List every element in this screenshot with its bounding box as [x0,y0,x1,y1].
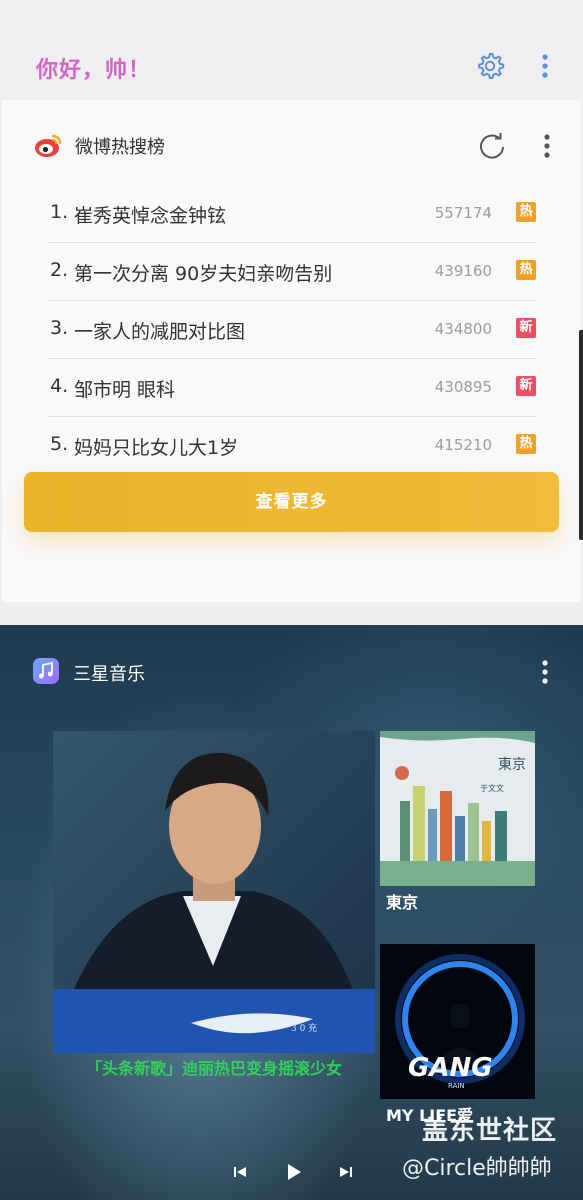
widget-title: 三星音乐 [73,664,145,685]
top-header: 你好，帅！ [0,0,583,100]
item-rank: 5. [50,433,69,455]
samsung-music-icon [33,658,59,684]
item-count: 439160 [434,262,492,280]
play-icon[interactable] [281,1160,305,1184]
gear-icon[interactable] [474,50,506,82]
cover-artist: 于文文 [480,783,504,793]
cover-artist: RAIN [448,1082,465,1090]
hot-search-item[interactable]: 1. 崔秀英悼念金钟铉 557174 热 [48,185,536,243]
weibo-hot-search-card: 微博热搜榜 1. 崔秀英悼念金钟铉 557174 热 2. 第一次分离 90岁夫… [2,100,581,602]
item-title: 第一次分离 90岁夫妇亲吻告别 [74,263,333,285]
previous-icon[interactable] [228,1160,252,1184]
card-title: 微博热搜榜 [75,137,165,158]
new-badge: 新 [516,318,536,338]
watermark-site: 盖东世社区 [422,1116,558,1146]
cover-title: GANG [408,1053,493,1083]
cover-text: 3 0 充 [291,1022,317,1034]
album-cover-tokyo[interactable]: 東京 于文文 [380,731,535,886]
new-badge: 新 [516,376,536,396]
featured-album-caption[interactable]: 「头条新歌」迪丽热巴变身摇滚少女 [53,1055,375,1079]
refresh-icon[interactable] [476,130,508,162]
watermark-author: @Circle帥帥帥 [402,1156,552,1181]
hot-search-item[interactable]: 2. 第一次分离 90岁夫妇亲吻告别 439160 热 [48,243,536,301]
samsung-music-widget: 三星音乐 3 0 充 「头条新歌」迪丽热巴变身摇滚少女 東京 于文文 東京 GA… [0,625,583,1200]
item-rank: 4. [50,375,69,397]
hot-search-item[interactable]: 4. 邹市明 眼科 430895 新 [48,359,536,417]
greeting-text: 你好，帅！ [36,58,152,83]
item-title: 邹市明 眼科 [74,379,176,401]
hot-badge: 热 [516,434,536,454]
album-title[interactable]: 東京 [386,889,418,913]
album-cover-gang[interactable]: GANG RAIN [380,944,535,1099]
item-count: 557174 [434,204,492,222]
item-title: 一家人的减肥对比图 [74,321,246,343]
item-rank: 2. [50,259,69,281]
more-vertical-icon[interactable] [532,130,562,162]
item-rank: 3. [50,317,69,339]
next-icon[interactable] [334,1160,358,1184]
featured-album-cover[interactable]: 3 0 充 [53,731,375,1053]
hot-badge: 热 [516,260,536,280]
view-more-button[interactable]: 查看更多 [24,472,559,532]
hot-badge: 热 [516,202,536,222]
cover-title: 東京 [498,757,526,773]
item-rank: 1. [50,201,69,223]
more-vertical-icon[interactable] [530,50,560,82]
more-vertical-icon[interactable] [530,656,560,688]
item-title: 崔秀英悼念金钟铉 [74,205,227,227]
hot-search-item[interactable]: 3. 一家人的减肥对比图 434800 新 [48,301,536,359]
edge-panel-handle[interactable] [579,330,583,540]
item-title: 妈妈只比女儿大1岁 [74,437,239,459]
item-count: 430895 [434,378,492,396]
hot-search-item[interactable]: 5. 妈妈只比女儿大1岁 415210 热 [48,417,536,474]
hot-search-list: 1. 崔秀英悼念金钟铉 557174 热 2. 第一次分离 90岁夫妇亲吻告别 … [48,185,536,474]
item-count: 415210 [434,436,492,454]
weibo-logo-icon [34,132,62,160]
item-count: 434800 [434,320,492,338]
